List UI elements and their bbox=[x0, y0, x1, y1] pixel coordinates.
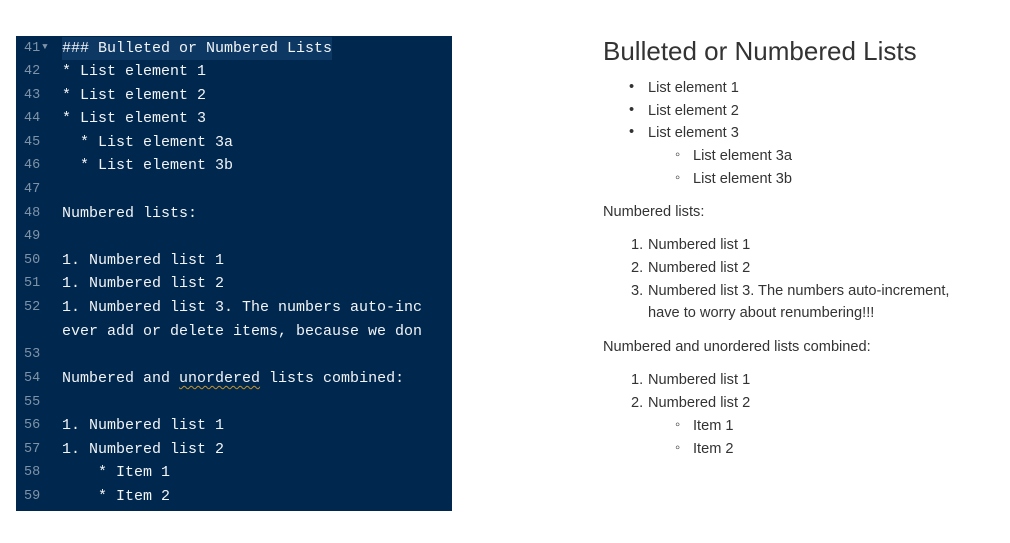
line-number: 48 bbox=[24, 206, 41, 221]
numbered-item: Numbered list 1 bbox=[648, 237, 751, 253]
code-line-43[interactable]: 43 * List element 2 bbox=[16, 84, 452, 107]
numbered-item: Numbered list 3. The numbers auto-increm… bbox=[648, 283, 950, 299]
code-text[interactable]: Numbered and unordered lists combined: bbox=[62, 367, 404, 390]
numbered-item: Numbered list 2 bbox=[648, 395, 751, 411]
number-marker: 2. bbox=[631, 260, 644, 276]
line-number: 52 bbox=[24, 300, 41, 315]
circle-bullet-marker: ◦ bbox=[675, 170, 681, 186]
code-line-48[interactable]: 48 Numbered lists: bbox=[16, 202, 452, 225]
code-line-47[interactable]: 47 bbox=[16, 178, 452, 201]
bullet-marker: • bbox=[629, 102, 635, 118]
circle-bullet-marker: ◦ bbox=[675, 440, 681, 456]
number-marker: 1. bbox=[631, 237, 644, 253]
number-marker: 3. bbox=[631, 283, 644, 299]
line-number: 54 bbox=[24, 371, 41, 386]
code-text[interactable]: 1. Numbered list 2 bbox=[62, 438, 224, 461]
code-line-41[interactable]: 41 ▼ ### Bulleted or Numbered Lists bbox=[16, 37, 452, 60]
line-number: 57 bbox=[24, 442, 41, 457]
line-number: 49 bbox=[24, 229, 41, 244]
bullet-marker: • bbox=[629, 79, 635, 95]
markdown-preview: Bulleted or Numbered Lists • List elemen… bbox=[603, 30, 1010, 543]
code-line-45[interactable]: 45 * List element 3a bbox=[16, 131, 452, 154]
code-line-42[interactable]: 42 * List element 1 bbox=[16, 60, 452, 83]
code-line-44[interactable]: 44 * List element 3 bbox=[16, 107, 452, 130]
code-text[interactable]: Numbered lists: bbox=[62, 202, 197, 225]
code-line-52[interactable]: 52 1. Numbered list 3. The numbers auto-… bbox=[16, 296, 452, 319]
list-item: List element 1 bbox=[648, 80, 739, 96]
fold-arrow-icon[interactable]: ▼ bbox=[42, 42, 47, 52]
code-text[interactable]: ### Bulleted or Numbered Lists bbox=[62, 37, 333, 60]
code-line-46[interactable]: 46 * List element 3b bbox=[16, 154, 452, 177]
code-line-50[interactable]: 50 1. Numbered list 1 bbox=[16, 249, 452, 272]
line-number: 43 bbox=[24, 88, 41, 103]
line-number: 53 bbox=[24, 347, 41, 362]
line-number: 58 bbox=[24, 465, 41, 480]
numbered-lists-label: Numbered lists: bbox=[603, 204, 705, 220]
code-line-58[interactable]: 58 * Item 1 bbox=[16, 461, 452, 484]
number-marker: 2. bbox=[631, 395, 644, 411]
line-number: 44 bbox=[24, 111, 41, 126]
code-line-54[interactable]: 54 Numbered and unordered lists combined… bbox=[16, 367, 452, 390]
preview-heading: Bulleted or Numbered Lists bbox=[603, 36, 917, 66]
bullet-marker: • bbox=[629, 124, 635, 140]
line-number: 50 bbox=[24, 253, 41, 268]
line-number: 45 bbox=[24, 135, 41, 150]
line-number: 46 bbox=[24, 158, 41, 173]
list-item: List element 2 bbox=[648, 103, 739, 119]
code-line-57[interactable]: 57 1. Numbered list 2 bbox=[16, 438, 452, 461]
line-number: 42 bbox=[24, 64, 41, 79]
code-line-53[interactable]: 53 bbox=[16, 343, 452, 366]
code-text[interactable]: * List element 2 bbox=[62, 84, 206, 107]
line-number: 47 bbox=[24, 182, 41, 197]
numbered-item: Numbered list 2 bbox=[648, 260, 751, 276]
code-line-56[interactable]: 56 1. Numbered list 1 bbox=[16, 414, 452, 437]
line-number: 55 bbox=[24, 395, 41, 410]
spellcheck-word[interactable]: unordered bbox=[179, 370, 260, 387]
sub-list-item: Item 1 bbox=[693, 418, 734, 434]
code-line-55[interactable]: 55 bbox=[16, 391, 452, 414]
code-text[interactable]: 1. Numbered list 2 bbox=[62, 272, 224, 295]
code-line-51[interactable]: 51 1. Numbered list 2 bbox=[16, 272, 452, 295]
code-text[interactable]: 1. Numbered list 3. The numbers auto-inc bbox=[62, 296, 422, 319]
line-number: 51 bbox=[24, 276, 41, 291]
code-line-59[interactable]: 59 * Item 2 bbox=[16, 485, 452, 508]
list-item: List element 3 bbox=[648, 125, 739, 141]
code-line-49[interactable]: 49 bbox=[16, 225, 452, 248]
code-text[interactable]: 1. Numbered list 1 bbox=[62, 414, 224, 437]
combined-lists-label: Numbered and unordered lists combined: bbox=[603, 339, 871, 355]
markdown-editor[interactable]: 41 ▼ ### Bulleted or Numbered Lists 42 * … bbox=[16, 36, 452, 511]
numbered-item: Numbered list 1 bbox=[648, 372, 751, 388]
code-line-52-wrap[interactable]: ever add or delete items, because we don bbox=[16, 320, 452, 343]
code-text[interactable]: * Item 2 bbox=[62, 485, 170, 508]
sub-list-item: List element 3a bbox=[693, 148, 792, 164]
circle-bullet-marker: ◦ bbox=[675, 147, 681, 163]
line-number: 41 ▼ bbox=[24, 41, 48, 56]
code-text[interactable]: ever add or delete items, because we don bbox=[62, 320, 422, 343]
line-number: 56 bbox=[24, 418, 41, 433]
line-number: 59 bbox=[24, 489, 41, 504]
number-marker: 1. bbox=[631, 372, 644, 388]
code-text[interactable]: * List element 3b bbox=[62, 154, 233, 177]
code-text[interactable]: * List element 1 bbox=[62, 60, 206, 83]
code-text[interactable]: 1. Numbered list 1 bbox=[62, 249, 224, 272]
numbered-item-wrap: have to worry about renumbering!!! bbox=[648, 305, 875, 321]
sub-list-item: List element 3b bbox=[693, 171, 792, 187]
circle-bullet-marker: ◦ bbox=[675, 417, 681, 433]
code-text[interactable]: * Item 1 bbox=[62, 461, 170, 484]
code-text[interactable]: * List element 3a bbox=[62, 131, 233, 154]
code-text[interactable]: * List element 3 bbox=[62, 107, 206, 130]
sub-list-item: Item 2 bbox=[693, 441, 734, 457]
